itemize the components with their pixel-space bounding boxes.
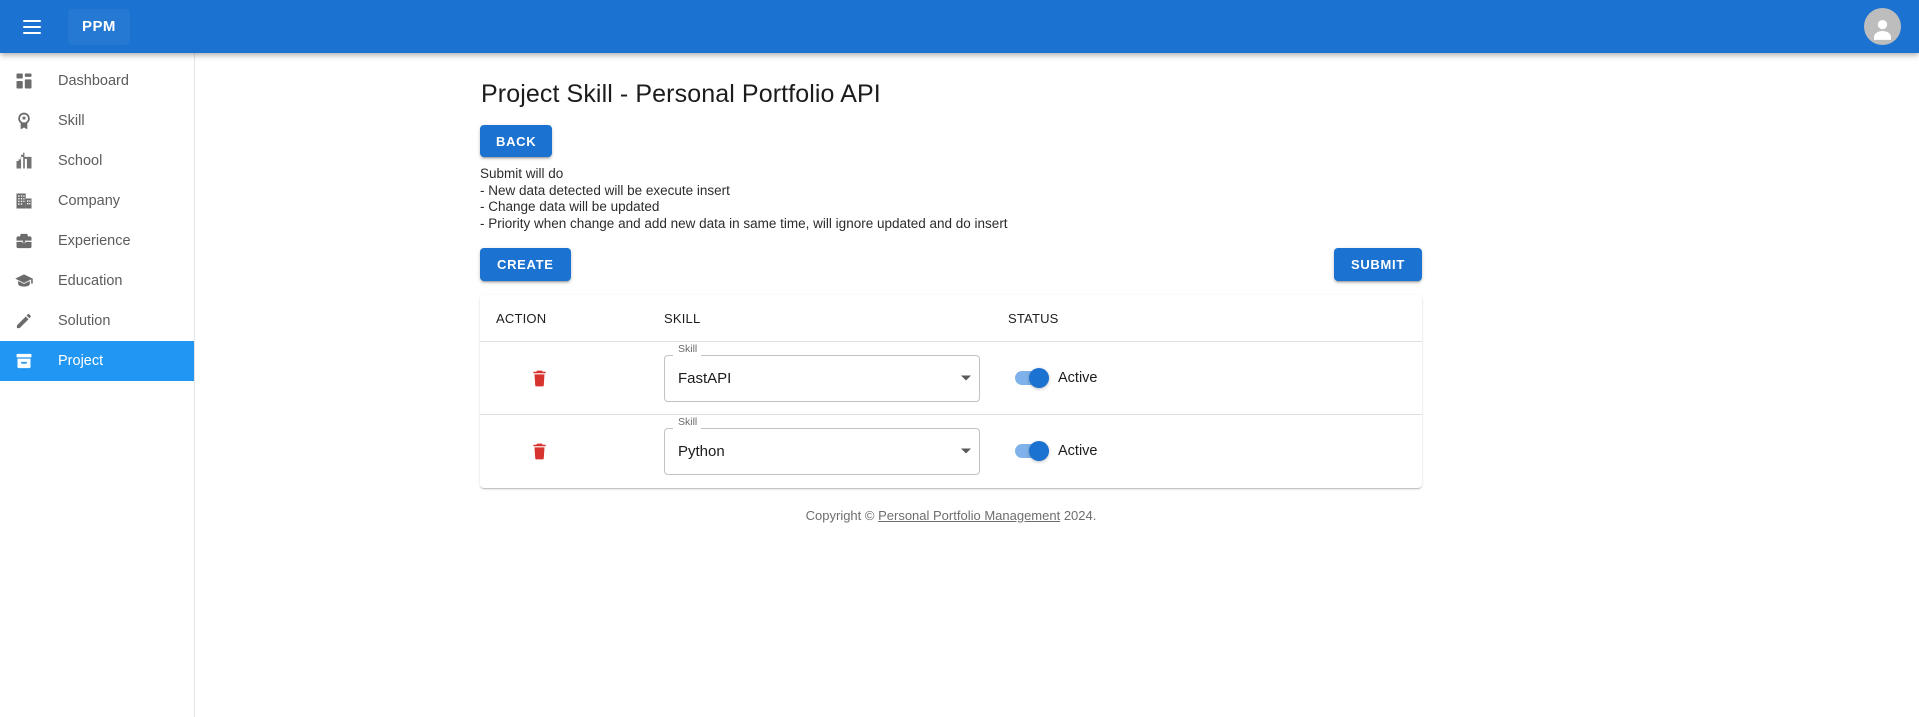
status-switch[interactable] — [1015, 441, 1049, 462]
copyright-suffix: 2024. — [1060, 507, 1097, 523]
pencil-edit-icon — [12, 309, 36, 333]
chevron-down-icon — [961, 448, 971, 454]
table-row: Skill Skill Python — [480, 415, 1422, 488]
status-label: Active — [1058, 370, 1098, 386]
sidebar-item-label: Education — [58, 273, 123, 289]
sidebar-item-solution[interactable]: Solution — [0, 301, 194, 341]
sidebar-item-label: School — [58, 153, 103, 169]
column-header-skill: SKILL — [664, 295, 1008, 342]
submit-note-line: - New data detected will be execute inse… — [480, 182, 730, 198]
create-button[interactable]: CREATE — [480, 248, 571, 281]
column-header-action: ACTION — [480, 295, 664, 342]
sidebar-item-label: Solution — [58, 313, 111, 329]
switch-thumb — [1029, 368, 1049, 388]
sidebar-item-experience[interactable]: Experience — [0, 221, 194, 261]
skill-select-label: Skill — [678, 342, 698, 355]
cell-action — [480, 341, 664, 415]
skill-select-label: Skill — [678, 415, 698, 428]
brand-logo-button[interactable]: PPM — [68, 8, 130, 45]
briefcase-icon — [12, 229, 36, 253]
table-body: Skill Skill FastAPI — [480, 341, 1422, 488]
action-buttons-row: CREATE SUBMIT — [480, 248, 1422, 281]
submit-note: Submit will do - New data detected will … — [480, 166, 1634, 232]
project-skill-table-card: ACTION SKILL STATUS Skill FastAPI Active… — [480, 295, 1422, 488]
sidebar-item-label: Experience — [58, 233, 131, 249]
sidebar-item-company[interactable]: Company — [0, 181, 194, 221]
switch-thumb — [1029, 441, 1049, 462]
sidebar-item-label: Skill — [58, 113, 85, 129]
copyright-link[interactable]: Personal Portfolio Management — [878, 508, 1060, 523]
status-switch[interactable] — [1015, 368, 1049, 388]
hamburger-menu-icon[interactable] — [8, 3, 56, 51]
table-header-row: ACTION SKILL STATUS — [480, 295, 1422, 342]
dashboard-icon — [12, 69, 36, 93]
page-container: Project Skill - Personal Portfolio API B… — [480, 53, 1634, 523]
sidebar-item-project[interactable]: Project — [0, 341, 194, 381]
back-button[interactable]: BACK — [480, 125, 553, 157]
account-circle-icon — [1873, 19, 1892, 40]
project-skill-table: ACTION SKILL STATUS Skill FastAPI Active… — [480, 295, 1422, 488]
menu-bar-3 — [23, 31, 41, 34]
status-label: Active — [1058, 443, 1098, 460]
table-head: ACTION SKILL STATUS — [480, 295, 1422, 342]
sidebar-item-education[interactable]: Education — [0, 261, 194, 301]
app-bar: PPM — [0, 0, 1919, 53]
status-toggle-group: Active — [1008, 441, 1422, 462]
copyright-prefix: Copyright © — [805, 507, 879, 523]
archive-box-icon — [12, 349, 36, 373]
submit-note-line: - Change data will be updated — [480, 199, 660, 214]
menu-bar-1 — [23, 19, 41, 22]
cell-status: Active — [1008, 341, 1422, 415]
trash-delete-icon[interactable] — [523, 362, 556, 395]
sidebar-item-skill[interactable]: Skill — [0, 101, 194, 141]
status-toggle-group: Active — [1008, 368, 1422, 388]
graduation-cap-icon — [12, 269, 36, 293]
cell-skill: Skill Skill Python — [664, 415, 1008, 488]
skill-select[interactable]: Skill Skill FastAPI — [664, 343, 980, 402]
sidebar-item-label: Project — [58, 353, 104, 369]
sidebar-item-label: Dashboard — [58, 73, 129, 89]
sidebar-item-label: Company — [58, 193, 121, 209]
submit-note-line: - Priority when change and add new data … — [480, 215, 1008, 231]
skill-select-value: FastAPI — [678, 369, 732, 387]
skill-select[interactable]: Skill Skill Python — [664, 416, 980, 475]
cell-skill: Skill Skill FastAPI — [664, 341, 1008, 415]
page-title: Project Skill - Personal Portfolio API — [481, 80, 881, 108]
sidebar-item-dashboard[interactable]: Dashboard — [0, 61, 194, 101]
table-row: Skill Skill FastAPI — [480, 341, 1422, 415]
main-content: Project Skill - Personal Portfolio API B… — [195, 53, 1919, 717]
menu-bar-2 — [23, 25, 41, 28]
cell-status: Active — [1008, 415, 1422, 488]
trash-delete-icon[interactable] — [523, 435, 556, 468]
cell-action — [480, 415, 664, 488]
submit-button[interactable]: SUBMIT — [1333, 248, 1422, 281]
column-header-status: STATUS — [1008, 295, 1422, 342]
sidebar: Dashboard Skill School Company Experienc… — [0, 53, 195, 717]
submit-note-heading: Submit will do — [480, 166, 564, 181]
office-building-icon — [12, 189, 36, 213]
school-building-icon — [12, 149, 36, 173]
sidebar-item-school[interactable]: School — [0, 141, 194, 181]
skill-select-value: Python — [678, 442, 725, 460]
award-badge-icon — [12, 109, 36, 133]
chevron-down-icon — [961, 375, 971, 381]
footer-copyright: Copyright © Personal Portfolio Managemen… — [480, 508, 1422, 523]
avatar[interactable] — [1864, 8, 1901, 45]
